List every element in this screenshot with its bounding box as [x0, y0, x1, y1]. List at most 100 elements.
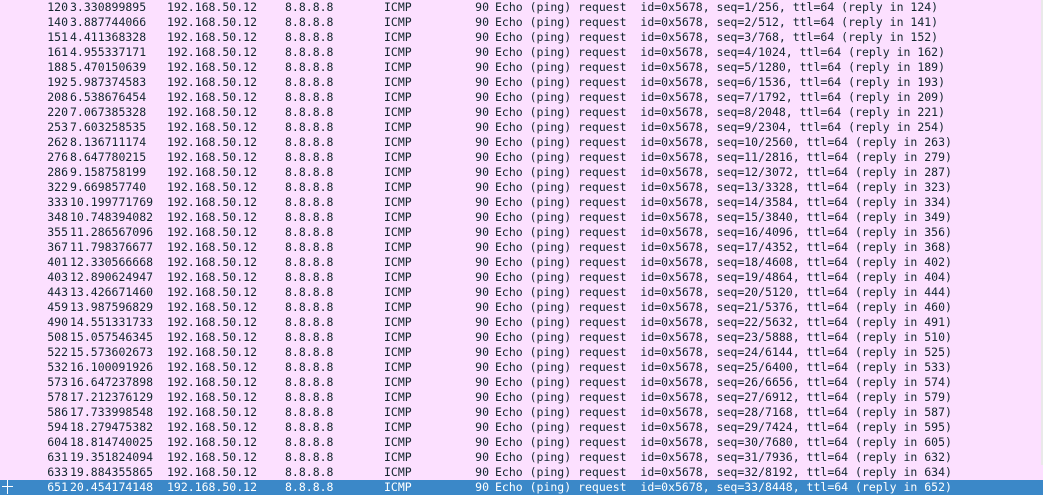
- packet-destination: 8.8.8.8: [285, 450, 334, 464]
- packet-row[interactable]: 594 18.279475382 192.168.50.12 8.8.8.8 ICMP 9…: [0, 420, 1043, 435]
- packet-number: 631: [47, 450, 68, 464]
- packet-protocol: ICMP: [384, 225, 412, 239]
- packet-row[interactable]: 208 6.538676454 192.168.50.12 8.8.8.8 ICMP 90…: [0, 90, 1043, 105]
- packet-time: 10.748394082: [70, 210, 154, 224]
- packet-row[interactable]: 220 7.067385328 192.168.50.12 8.8.8.8 ICMP 90…: [0, 105, 1043, 120]
- packet-number: 604: [47, 435, 68, 449]
- packet-row[interactable]: 508 15.057546345 192.168.50.12 8.8.8.8 ICMP 9…: [0, 330, 1043, 345]
- packet-row[interactable]: 633 19.884355865 192.168.50.12 8.8.8.8 ICMP 9…: [0, 465, 1043, 480]
- packet-row[interactable]: 578 17.212376129 192.168.50.12 8.8.8.8 ICMP 9…: [0, 390, 1043, 405]
- packet-length: 90: [475, 135, 489, 149]
- packet-row[interactable]: 161 4.955337171 192.168.50.12 8.8.8.8 ICMP 90…: [0, 45, 1043, 60]
- packet-row[interactable]: 355 11.286567096 192.168.50.12 8.8.8.8 ICMP 9…: [0, 225, 1043, 240]
- packet-time: 7.603258535: [70, 120, 147, 134]
- packet-destination: 8.8.8.8: [285, 285, 334, 299]
- packet-row[interactable]: 604 18.814740025 192.168.50.12 8.8.8.8 ICMP 9…: [0, 435, 1043, 450]
- packet-list-rows: 120 3.330899895 192.168.50.12 8.8.8.8 ICMP 90…: [0, 0, 1043, 495]
- packet-row[interactable]: 573 16.647237898 192.168.50.12 8.8.8.8 ICMP 9…: [0, 375, 1043, 390]
- packet-row[interactable]: 401 12.330566668 192.168.50.12 8.8.8.8 ICMP 9…: [0, 255, 1043, 270]
- packet-time: 9.669857740: [70, 180, 147, 194]
- packet-destination: 8.8.8.8: [285, 345, 334, 359]
- packet-time: 14.551331733: [70, 315, 154, 329]
- packet-destination: 8.8.8.8: [285, 120, 334, 134]
- packet-source: 192.168.50.12: [167, 375, 258, 389]
- packet-row[interactable]: 286 9.158758199 192.168.50.12 8.8.8.8 ICMP 90…: [0, 165, 1043, 180]
- packet-source: 192.168.50.12: [167, 0, 258, 14]
- packet-source: 192.168.50.12: [167, 300, 258, 314]
- packet-row[interactable]: 522 15.573602673 192.168.50.12 8.8.8.8 ICMP 9…: [0, 345, 1043, 360]
- packet-length: 90: [475, 150, 489, 164]
- packet-protocol: ICMP: [384, 135, 412, 149]
- packet-row[interactable]: 120 3.330899895 192.168.50.12 8.8.8.8 ICMP 90…: [0, 0, 1043, 15]
- packet-length: 90: [475, 465, 489, 479]
- packet-protocol: ICMP: [384, 435, 412, 449]
- packet-source: 192.168.50.12: [167, 165, 258, 179]
- packet-source: 192.168.50.12: [167, 255, 258, 269]
- packet-row[interactable]: 192 5.987374583 192.168.50.12 8.8.8.8 ICMP 90…: [0, 75, 1043, 90]
- packet-time: 13.987596829: [70, 300, 154, 314]
- packet-row[interactable]: 459 13.987596829 192.168.50.12 8.8.8.8 ICMP 9…: [0, 300, 1043, 315]
- packet-info: Echo (ping) request id=0x5678, seq=26/66…: [495, 375, 952, 389]
- packet-source: 192.168.50.12: [167, 210, 258, 224]
- packet-row[interactable]: 443 13.426671460 192.168.50.12 8.8.8.8 ICMP 9…: [0, 285, 1043, 300]
- packet-destination: 8.8.8.8: [285, 15, 334, 29]
- packet-length: 90: [475, 420, 489, 434]
- packet-row[interactable]: 586 17.733998548 192.168.50.12 8.8.8.8 ICMP 9…: [0, 405, 1043, 420]
- packet-row[interactable]: 403 12.890624947 192.168.50.12 8.8.8.8 ICMP 9…: [0, 270, 1043, 285]
- packet-length: 90: [475, 255, 489, 269]
- packet-info: Echo (ping) request id=0x5678, seq=21/53…: [495, 300, 952, 314]
- packet-row[interactable]: 532 16.100091926 192.168.50.12 8.8.8.8 ICMP 9…: [0, 360, 1043, 375]
- packet-destination: 8.8.8.8: [285, 405, 334, 419]
- packet-time: 18.279475382: [70, 420, 154, 434]
- packet-row[interactable]: 367 11.798376677 192.168.50.12 8.8.8.8 ICMP 9…: [0, 240, 1043, 255]
- packet-row[interactable]: 490 14.551331733 192.168.50.12 8.8.8.8 ICMP 9…: [0, 315, 1043, 330]
- packet-length: 90: [475, 480, 489, 494]
- packet-destination: 8.8.8.8: [285, 45, 334, 59]
- packet-destination: 8.8.8.8: [285, 90, 334, 104]
- packet-info: Echo (ping) request id=0x5678, seq=3/768…: [495, 30, 939, 44]
- packet-source: 192.168.50.12: [167, 240, 258, 254]
- packet-info: Echo (ping) request id=0x5678, seq=28/71…: [495, 405, 952, 419]
- packet-number: 192: [47, 75, 68, 89]
- packet-list[interactable]: 120 3.330899895 192.168.50.12 8.8.8.8 ICMP 90…: [0, 0, 1043, 495]
- packet-source: 192.168.50.12: [167, 45, 258, 59]
- packet-number: 355: [47, 225, 68, 239]
- packet-time: 5.470150639: [70, 60, 147, 74]
- packet-protocol: ICMP: [384, 390, 412, 404]
- packet-time: 4.411368328: [70, 30, 147, 44]
- packet-protocol: ICMP: [384, 90, 412, 104]
- packet-info: Echo (ping) request id=0x5678, seq=22/56…: [495, 315, 952, 329]
- packet-destination: 8.8.8.8: [285, 105, 334, 119]
- packet-row[interactable]: 151 4.411368328 192.168.50.12 8.8.8.8 ICMP 90…: [0, 30, 1043, 45]
- packet-row-selected[interactable]: 651 20.454174148 192.168.50.12 8.8.8.8 ICMP 9…: [0, 480, 1043, 495]
- packet-row[interactable]: 262 8.136711174 192.168.50.12 8.8.8.8 ICMP 90…: [0, 135, 1043, 150]
- packet-number: 573: [47, 375, 68, 389]
- packet-info: Echo (ping) request id=0x5678, seq=27/69…: [495, 390, 952, 404]
- packet-protocol: ICMP: [384, 75, 412, 89]
- packet-number: 151: [47, 30, 68, 44]
- packet-info: Echo (ping) request id=0x5678, seq=12/30…: [495, 165, 952, 179]
- packet-row[interactable]: 322 9.669857740 192.168.50.12 8.8.8.8 ICMP 90…: [0, 180, 1043, 195]
- packet-row[interactable]: 333 10.199771769 192.168.50.12 8.8.8.8 ICMP 9…: [0, 195, 1043, 210]
- packet-number: 286: [47, 165, 68, 179]
- packet-length: 90: [475, 330, 489, 344]
- packet-row[interactable]: 188 5.470150639 192.168.50.12 8.8.8.8 ICMP 90…: [0, 60, 1043, 75]
- packet-number: 348: [47, 210, 68, 224]
- packet-time: 12.330566668: [70, 255, 154, 269]
- packet-number: 253: [47, 120, 68, 134]
- packet-length: 90: [475, 360, 489, 374]
- packet-row[interactable]: 276 8.647780215 192.168.50.12 8.8.8.8 ICMP 90…: [0, 150, 1043, 165]
- packet-row[interactable]: 631 19.351824094 192.168.50.12 8.8.8.8 ICMP 9…: [0, 450, 1043, 465]
- packet-protocol: ICMP: [384, 165, 412, 179]
- packet-info: Echo (ping) request id=0x5678, seq=32/81…: [495, 465, 952, 479]
- packet-time: 17.212376129: [70, 390, 154, 404]
- packet-number: 276: [47, 150, 68, 164]
- packet-protocol: ICMP: [384, 0, 412, 14]
- packet-info: Echo (ping) request id=0x5678, seq=25/64…: [495, 360, 952, 374]
- packet-row[interactable]: 348 10.748394082 192.168.50.12 8.8.8.8 ICMP 9…: [0, 210, 1043, 225]
- packet-length: 90: [475, 300, 489, 314]
- packet-number: 633: [47, 465, 68, 479]
- packet-row[interactable]: 253 7.603258535 192.168.50.12 8.8.8.8 ICMP 90…: [0, 120, 1043, 135]
- packet-row[interactable]: 140 3.887744066 192.168.50.12 8.8.8.8 ICMP 90…: [0, 15, 1043, 30]
- packet-info: Echo (ping) request id=0x5678, seq=1/256…: [495, 0, 939, 14]
